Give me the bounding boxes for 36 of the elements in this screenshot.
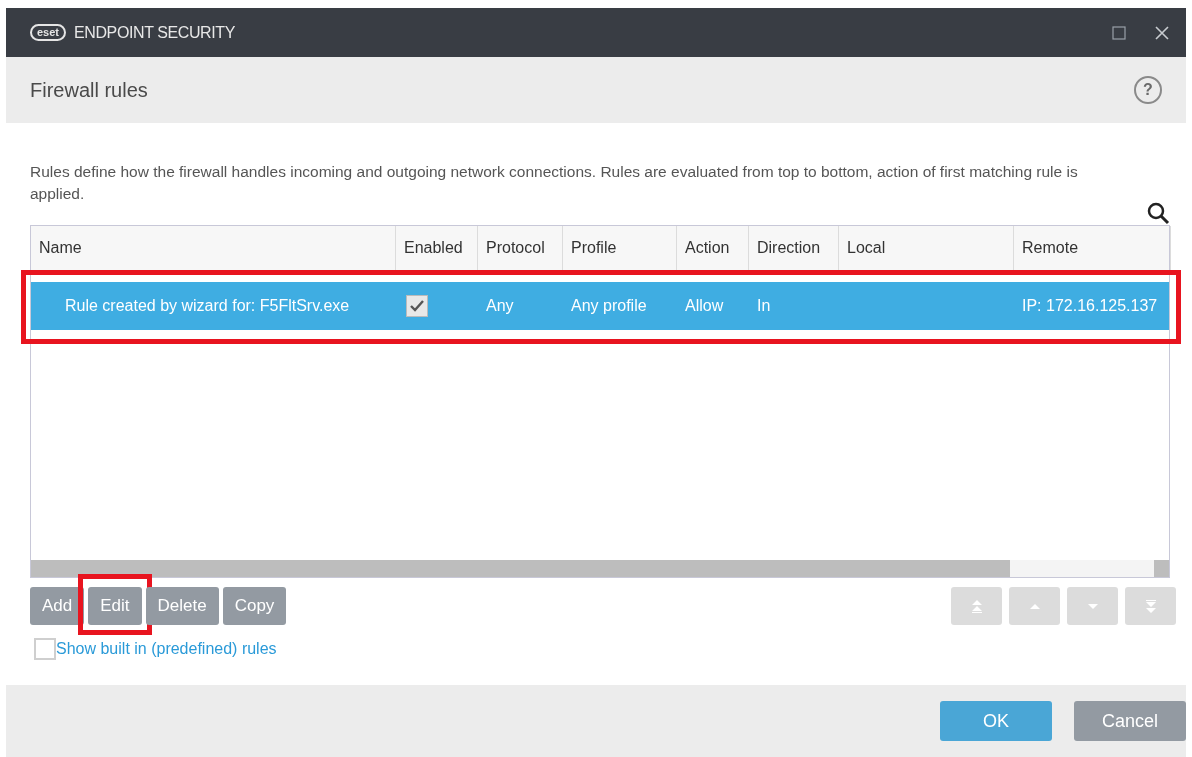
table-cell-text: Any (485, 296, 515, 316)
logo: eset (30, 24, 67, 41)
close-icon[interactable] (1154, 24, 1170, 41)
action-button[interactable]: Edit (88, 587, 142, 625)
page-title: Firewall rules (30, 78, 149, 103)
ok-button[interactable]: OK (940, 701, 1052, 741)
down-arrow-icon (1145, 599, 1156, 613)
table-cell-text: Any profile (570, 296, 648, 316)
column-header[interactable]: Direction (749, 226, 839, 270)
down-arrow-icon (1087, 603, 1098, 609)
column-header[interactable]: Local (839, 226, 1014, 270)
checkbox[interactable] (406, 295, 428, 317)
column-header[interactable]: Protocol (478, 226, 563, 270)
column-header[interactable]: Name (31, 226, 396, 270)
table-cell-text: In (756, 296, 772, 316)
maximize-icon[interactable] (1112, 25, 1126, 40)
table-cell-text: IP: 172.16.125.137 (1021, 296, 1159, 316)
table-cell-text: Allow (684, 296, 725, 316)
checkbox[interactable] (34, 638, 56, 660)
check-icon (409, 299, 425, 313)
action-button[interactable]: Copy (222, 587, 287, 625)
up-arrow-icon (1029, 603, 1040, 609)
search-icon[interactable] (1146, 201, 1170, 225)
column-header[interactable]: Profile (563, 226, 677, 270)
column-header[interactable]: Enabled (396, 226, 478, 270)
column-header[interactable]: Remote (1014, 226, 1171, 270)
window-title: ENDPOINT SECURITY (74, 22, 235, 43)
description: Rules define how the firewall handles incoming and outgoing network connections. Rules are evaluated from top to bottom, action of first matching rule is applied. (30, 162, 1079, 204)
help-button[interactable]: ? (1134, 76, 1162, 104)
column-header[interactable]: Action (677, 226, 749, 270)
action-button[interactable]: Delete (145, 587, 219, 625)
up-arrow-icon (971, 599, 982, 613)
table-cell-text: Rule created by wizard for: F5FltSrv.exe (64, 296, 351, 316)
cancel-button[interactable]: Cancel (1074, 701, 1186, 741)
table-row[interactable]: Rule created by wizard for: F5FltSrv.exe Any Any profile Allow In IP: 172.16.125.137 (31, 282, 1169, 330)
checkbox-label[interactable]: Show built in (predefined) rules (56, 637, 277, 661)
